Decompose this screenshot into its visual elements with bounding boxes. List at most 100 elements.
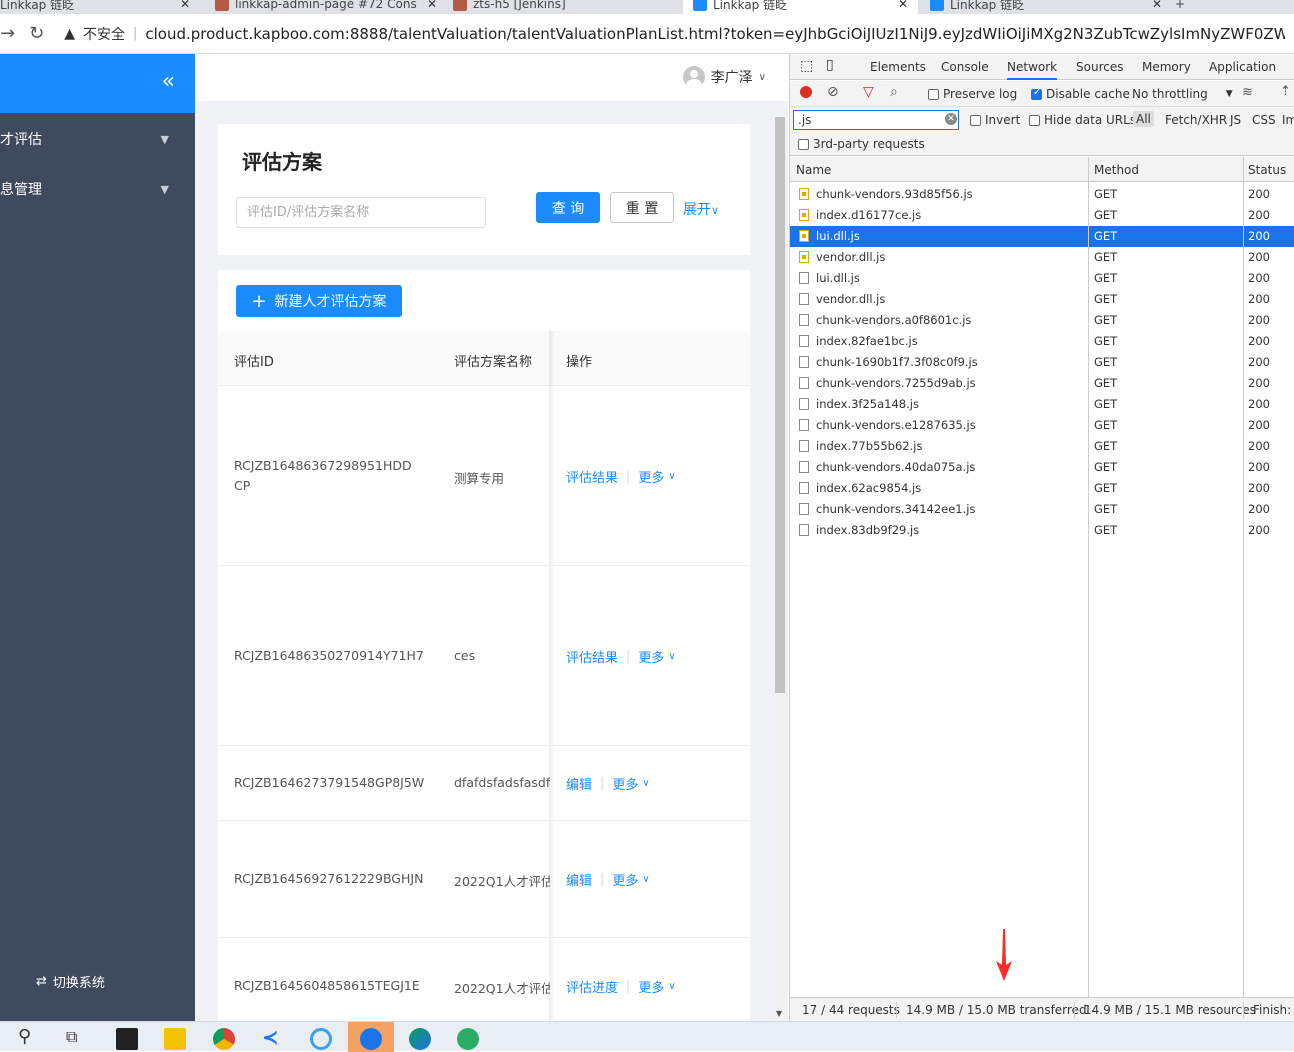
request-row[interactable]: chunk-1690b1f7.3f08c0f9.js GET 200 <box>790 352 1294 373</box>
filter-type-css[interactable]: CSS <box>1252 113 1276 127</box>
clear-filter-icon[interactable]: ✕ <box>945 113 957 125</box>
browser-tab-2[interactable]: linkkap-admin-page #72 Cons ✕ <box>215 0 440 14</box>
request-status: 200 <box>1248 229 1270 243</box>
new-tab-button[interactable]: + <box>1175 0 1195 14</box>
preserve-log-checkbox[interactable]: Preserve log <box>928 87 1017 101</box>
request-row[interactable]: index.83db9f29.js GET 200 <box>790 520 1294 541</box>
switch-system-button[interactable]: ⇄ 切换系统 <box>36 972 105 991</box>
column-header-method[interactable]: Method <box>1094 163 1139 177</box>
request-row[interactable]: chunk-vendors.a0f8601c.js GET 200 <box>790 310 1294 331</box>
record-icon[interactable] <box>800 86 812 98</box>
task-view-icon[interactable]: ⧉ <box>66 1027 88 1049</box>
tab-network[interactable]: Network <box>1007 60 1058 80</box>
expand-link[interactable]: 展开∨ <box>683 199 719 219</box>
request-method: GET <box>1094 439 1118 453</box>
request-row[interactable]: chunk-vendors.93d85f56.js GET 200 <box>790 184 1294 205</box>
edit-link[interactable]: 编辑 <box>566 870 592 889</box>
folder-icon[interactable] <box>164 1028 186 1050</box>
reload-icon[interactable]: ↻ <box>29 23 44 44</box>
tab-console[interactable]: Console <box>941 60 989 74</box>
request-row[interactable]: index.77b55b62.js GET 200 <box>790 436 1294 457</box>
tab-elements[interactable]: Elements <box>870 60 926 74</box>
request-row[interactable]: index.82fae1bc.js GET 200 <box>790 331 1294 352</box>
edge-icon[interactable] <box>409 1028 431 1050</box>
request-row[interactable]: index.d16177ce.js GET 200 <box>790 205 1294 226</box>
sidebar-item-info-management[interactable]: 息管理 ▼ <box>0 174 195 204</box>
close-icon[interactable]: ✕ <box>427 0 437 11</box>
tab-application[interactable]: Application <box>1209 60 1276 74</box>
request-row[interactable]: index.62ac9854.js GET 200 <box>790 478 1294 499</box>
page-scrollbar[interactable]: ▼ <box>773 117 787 1021</box>
filter-input[interactable]: .js <box>793 110 959 130</box>
browser-tab-1[interactable]: Linkkap 链眨 ✕ <box>0 0 195 14</box>
url-field[interactable]: cloud.product.kapboo.com:8888/talentValu… <box>145 25 1285 43</box>
warning-icon[interactable]: ▲ <box>64 26 75 42</box>
column-header-name[interactable]: Name <box>796 163 831 177</box>
reset-button[interactable]: 重 置 <box>610 192 674 223</box>
throttling-label: No throttling <box>1132 87 1208 101</box>
close-icon[interactable]: ✕ <box>898 0 908 11</box>
edit-link[interactable]: 编辑 <box>566 774 592 793</box>
search-icon[interactable]: ⚲ <box>18 1026 40 1048</box>
scroll-down-icon[interactable]: ▼ <box>776 1009 782 1018</box>
request-row[interactable]: chunk-vendors.e1287635.js GET 200 <box>790 415 1294 436</box>
throttling-select[interactable]: No throttling ▼ <box>1132 87 1233 101</box>
collapse-icon[interactable]: « <box>162 69 175 94</box>
chrome-icon[interactable] <box>213 1028 235 1050</box>
user-menu[interactable]: 李广泽 ∨ <box>682 66 766 88</box>
filter-type-fetch-xhr[interactable]: Fetch/XHR <box>1165 113 1227 127</box>
sidebar-item-talent-evaluation[interactable]: 才评估 ▼ <box>0 124 195 154</box>
hide-data-urls-checkbox[interactable]: Hide data URLs <box>1029 113 1136 127</box>
table-row: RCJZB16456927612229BGHJN 2022Q1人才评估 编辑 | 更… <box>218 821 750 938</box>
query-button[interactable]: 查 询 <box>536 192 600 223</box>
tab-sources[interactable]: Sources <box>1076 60 1123 74</box>
tab-memory[interactable]: Memory <box>1142 60 1191 74</box>
new-plan-button[interactable]: + 新建人才评估方案 <box>236 285 402 317</box>
close-icon[interactable]: ✕ <box>1152 0 1162 11</box>
vscode-icon[interactable]: ≺ <box>262 1025 284 1049</box>
device-toolbar-icon[interactable]: ▯ <box>826 57 834 73</box>
table-panel: + 新建人才评估方案 评估ID 评估方案名称 操作 RCJZB164863672… <box>218 270 750 1021</box>
chat-app-icon[interactable] <box>310 1028 332 1050</box>
network-conditions-icon[interactable]: ≋ <box>1242 85 1253 100</box>
clear-icon[interactable]: ⊘ <box>827 84 839 100</box>
request-row[interactable]: lui.dll.js GET 200 <box>790 226 1294 247</box>
view-result-link[interactable]: 评估结果 <box>566 467 618 486</box>
browser-tab-3[interactable]: zts-h5 [Jenkins] <box>453 0 673 14</box>
request-row[interactable]: chunk-vendors.34142ee1.js GET 200 <box>790 499 1294 520</box>
progress-link[interactable]: 评估进度 <box>566 977 618 996</box>
more-link[interactable]: 更多 <box>638 977 664 996</box>
request-row[interactable]: vendor.dll.js GET 200 <box>790 247 1294 268</box>
more-link[interactable]: 更多 <box>638 467 664 486</box>
browser-tab-5[interactable]: Linkkap 链眨 ✕ <box>930 0 1165 14</box>
third-party-checkbox[interactable]: 3rd-party requests <box>798 137 925 151</box>
request-row[interactable]: index.3f25a148.js GET 200 <box>790 394 1294 415</box>
inspect-icon[interactable]: ⬚ <box>800 58 813 74</box>
disable-cache-checkbox[interactable]: Disable cache <box>1031 87 1130 101</box>
request-row[interactable]: chunk-vendors.7255d9ab.js GET 200 <box>790 373 1294 394</box>
request-row[interactable]: chunk-vendors.40da075a.js GET 200 <box>790 457 1294 478</box>
request-row[interactable]: vendor.dll.js GET 200 <box>790 289 1294 310</box>
more-link[interactable]: 更多 <box>612 870 638 889</box>
forward-icon[interactable]: → <box>0 23 15 44</box>
column-header-status[interactable]: Status <box>1248 163 1286 177</box>
app-icon[interactable] <box>116 1028 138 1050</box>
security-label[interactable]: 不安全 <box>83 24 125 44</box>
search-input[interactable]: 评估ID/评估方案名称 <box>236 197 486 228</box>
request-row[interactable]: lui.dll.js GET 200 <box>790 268 1294 289</box>
more-link[interactable]: 更多 <box>612 774 638 793</box>
messaging-app-icon[interactable] <box>360 1028 382 1050</box>
search-icon[interactable]: ⌕ <box>890 84 898 100</box>
filter-icon[interactable]: ▽ <box>863 84 874 100</box>
filter-type-js[interactable]: JS <box>1230 113 1241 127</box>
view-result-link[interactable]: 评估结果 <box>566 647 618 666</box>
close-icon[interactable]: ✕ <box>180 0 190 11</box>
scrollbar-thumb[interactable] <box>775 117 785 693</box>
filter-type-img[interactable]: Im <box>1282 113 1294 127</box>
more-link[interactable]: 更多 <box>638 647 664 666</box>
wechat-icon[interactable] <box>457 1028 479 1050</box>
import-har-icon[interactable]: ⇡ <box>1280 84 1291 99</box>
browser-tab-4[interactable]: Linkkap 链眨 ✕ <box>683 0 918 14</box>
invert-checkbox[interactable]: Invert <box>970 113 1020 127</box>
filter-type-all[interactable]: All <box>1133 111 1154 127</box>
